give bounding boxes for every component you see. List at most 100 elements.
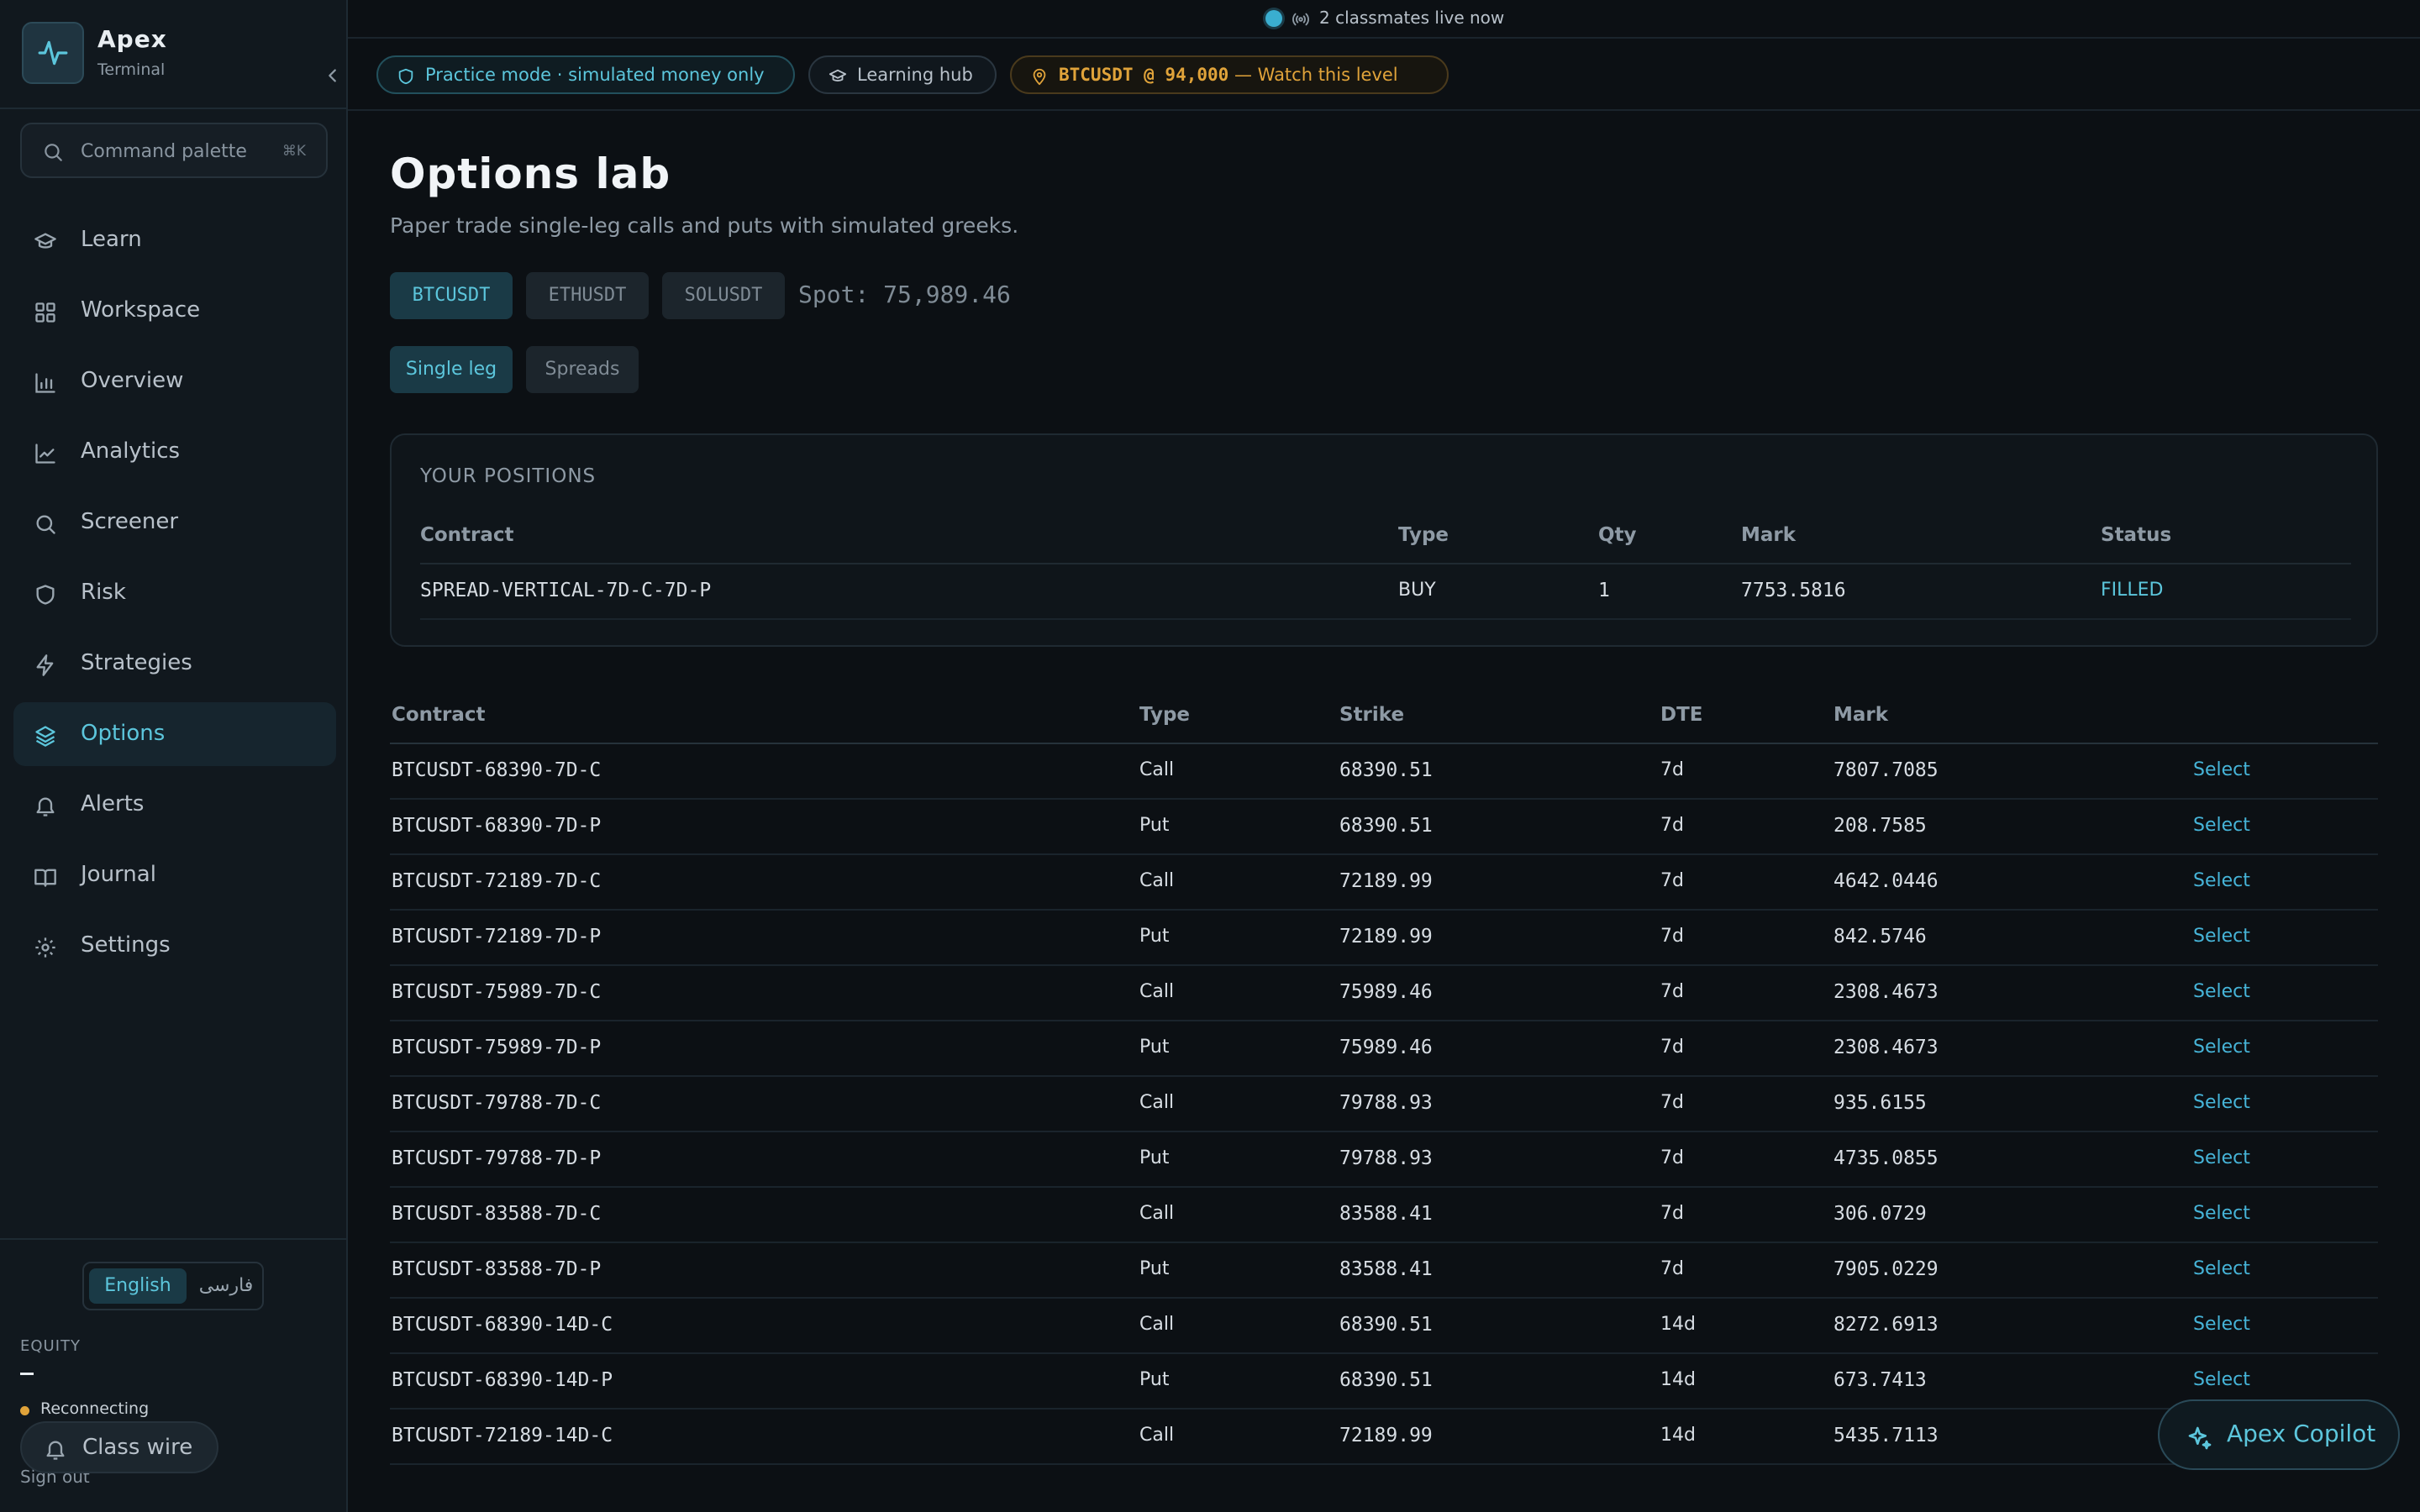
- dte-cell: 14d: [1660, 1369, 1696, 1390]
- apex-copilot-button[interactable]: Apex Copilot: [2158, 1399, 2400, 1470]
- apex-copilot-label: Apex Copilot: [2227, 1420, 2376, 1447]
- dte-cell: 7d: [1660, 815, 1684, 836]
- sidebar-divider: [0, 108, 346, 109]
- live-indicator-dot: [1265, 10, 1282, 27]
- mark-cell: 7905.0229: [1833, 1258, 1939, 1280]
- position-mark: 7753.5816: [1741, 580, 1846, 601]
- sidebar-item-alerts[interactable]: Alerts: [13, 773, 336, 837]
- table-row[interactable]: BTCUSDT-72189-14D-C Call 72189.99 14d 5435.7…: [390, 1408, 2378, 1465]
- equity-value: [20, 1373, 34, 1375]
- language-farsi-button[interactable]: فارسی: [195, 1268, 257, 1304]
- strike-cell: 68390.51: [1339, 759, 1433, 781]
- language-switcher: English فارسی: [82, 1262, 264, 1310]
- sidebar-item-risk[interactable]: Risk: [13, 561, 336, 625]
- sparkle-icon: [2188, 1426, 2212, 1450]
- symbol-tab-solusdt[interactable]: SOLUSDT: [662, 272, 785, 319]
- command-palette-button[interactable]: Command palette ⌘K: [20, 123, 328, 178]
- dte-cell: 14d: [1660, 1314, 1696, 1335]
- table-row[interactable]: BTCUSDT-68390-14D-C Call 68390.51 14d 8272.6…: [390, 1297, 2378, 1354]
- alert-symbol: BTCUSDT @ 94,000: [1059, 65, 1229, 85]
- select-button[interactable]: Select: [2193, 1147, 2250, 1168]
- type-cell: Call: [1139, 1425, 1175, 1446]
- table-row[interactable]: BTCUSDT-68390-7D-P Put 68390.51 7d 208.7585 S…: [390, 798, 2378, 855]
- select-button[interactable]: Select: [2193, 1037, 2250, 1058]
- sidebar-item-settings[interactable]: Settings: [13, 914, 336, 978]
- positions-header-divider: [420, 563, 2351, 564]
- table-row[interactable]: BTCUSDT-68390-7D-C Call 68390.51 7d 7807.708…: [390, 743, 2378, 800]
- select-button[interactable]: Select: [2193, 981, 2250, 1002]
- select-button[interactable]: Select: [2193, 870, 2250, 891]
- positions-header-contract: Contract: [420, 524, 514, 546]
- sidebar-item-label: Screener: [81, 509, 179, 534]
- chain-header-mark: Mark: [1833, 704, 1889, 726]
- grid-icon: [35, 302, 55, 323]
- sidebar-item-analytics[interactable]: Analytics: [13, 420, 336, 484]
- sidebar-divider: [0, 1238, 346, 1240]
- class-wire-button[interactable]: Class wire: [20, 1421, 218, 1473]
- dte-cell: 7d: [1660, 1037, 1684, 1058]
- strike-cell: 68390.51: [1339, 1314, 1433, 1336]
- brand-subtitle: Terminal: [97, 60, 166, 79]
- price-alert-chip[interactable]: BTCUSDT @ 94,000 — Watch this level: [1010, 55, 1449, 94]
- symbol-tab-ethusdt[interactable]: ETHUSDT: [526, 272, 649, 319]
- learning-hub-text: Learning hub: [857, 65, 973, 85]
- contract-cell: BTCUSDT-68390-14D-P: [392, 1369, 613, 1391]
- connection-status-text: Reconnecting: [40, 1399, 150, 1418]
- brand[interactable]: Apex Terminal: [22, 22, 341, 86]
- collapse-sidebar-button[interactable]: [318, 60, 348, 91]
- sidebar-item-screener[interactable]: Screener: [13, 491, 336, 554]
- strike-cell: 83588.41: [1339, 1203, 1433, 1225]
- symbol-tab-btcusdt[interactable]: BTCUSDT: [390, 272, 513, 319]
- line-chart-icon: [35, 444, 55, 464]
- type-cell: Call: [1139, 1092, 1175, 1113]
- sidebar-item-overview[interactable]: Overview: [13, 349, 336, 413]
- chain-header-strike: Strike: [1339, 704, 1405, 726]
- bell-icon: [46, 1441, 65, 1460]
- sidebar-item-workspace[interactable]: Workspace: [13, 279, 336, 343]
- chain-header-type: Type: [1139, 704, 1191, 726]
- table-row[interactable]: BTCUSDT-75989-7D-P Put 75989.46 7d 2308.4673…: [390, 1020, 2378, 1077]
- practice-mode-chip[interactable]: Practice mode · simulated money only: [376, 55, 795, 94]
- sidebar-item-strategies[interactable]: Strategies: [13, 632, 336, 696]
- table-row[interactable]: BTCUSDT-75989-7D-C Call 75989.46 7d 2308.467…: [390, 964, 2378, 1021]
- lightning-icon: [36, 654, 54, 676]
- graduation-cap-icon: [34, 233, 56, 249]
- type-cell: Call: [1139, 1203, 1175, 1224]
- mark-cell: 306.0729: [1833, 1203, 1927, 1225]
- select-button[interactable]: Select: [2193, 1314, 2250, 1335]
- sidebar-item-journal[interactable]: Journal: [13, 843, 336, 907]
- sidebar-item-label: Learn: [81, 227, 142, 252]
- table-row[interactable]: BTCUSDT-72189-7D-P Put 72189.99 7d 842.5746 S…: [390, 909, 2378, 966]
- type-cell: Put: [1139, 1147, 1170, 1168]
- chevron-left-icon: [329, 69, 336, 82]
- mode-tab-spreads[interactable]: Spreads: [526, 346, 639, 393]
- table-row[interactable]: BTCUSDT-83588-7D-C Call 83588.41 7d 306.0729…: [390, 1186, 2378, 1243]
- language-english-button[interactable]: English: [89, 1268, 187, 1304]
- status-dot: [20, 1406, 29, 1415]
- select-button[interactable]: Select: [2193, 759, 2250, 780]
- select-button[interactable]: Select: [2193, 926, 2250, 947]
- select-button[interactable]: Select: [2193, 1203, 2250, 1224]
- sidebar-item-learn[interactable]: Learn: [13, 208, 336, 272]
- select-button[interactable]: Select: [2193, 1092, 2250, 1113]
- table-row[interactable]: BTCUSDT-68390-14D-P Put 68390.51 14d 673.741…: [390, 1352, 2378, 1410]
- contract-cell: BTCUSDT-72189-7D-C: [392, 870, 602, 892]
- sidebar-item-label: Overview: [81, 368, 184, 393]
- contract-cell: BTCUSDT-79788-7D-P: [392, 1147, 602, 1169]
- table-row[interactable]: BTCUSDT-79788-7D-P Put 79788.93 7d 4735.0855…: [390, 1131, 2378, 1188]
- table-row[interactable]: BTCUSDT-83588-7D-P Put 83588.41 7d 7905.0229…: [390, 1242, 2378, 1299]
- select-button[interactable]: Select: [2193, 1369, 2250, 1390]
- learning-hub-chip[interactable]: Learning hub: [808, 55, 997, 94]
- table-row[interactable]: BTCUSDT-79788-7D-C Call 79788.93 7d 935.6155…: [390, 1075, 2378, 1132]
- contract-cell: BTCUSDT-72189-14D-C: [392, 1425, 613, 1446]
- strike-cell: 72189.99: [1339, 1425, 1433, 1446]
- mark-cell: 5435.7113: [1833, 1425, 1939, 1446]
- type-cell: Call: [1139, 981, 1175, 1002]
- contract-cell: BTCUSDT-83588-7D-C: [392, 1203, 602, 1225]
- sidebar-item-options[interactable]: Options: [13, 702, 336, 766]
- mode-tab-single-leg[interactable]: Single leg: [390, 346, 513, 393]
- select-button[interactable]: Select: [2193, 815, 2250, 836]
- select-button[interactable]: Select: [2193, 1258, 2250, 1279]
- mark-cell: 935.6155: [1833, 1092, 1927, 1114]
- table-row[interactable]: BTCUSDT-72189-7D-C Call 72189.99 7d 4642.044…: [390, 853, 2378, 911]
